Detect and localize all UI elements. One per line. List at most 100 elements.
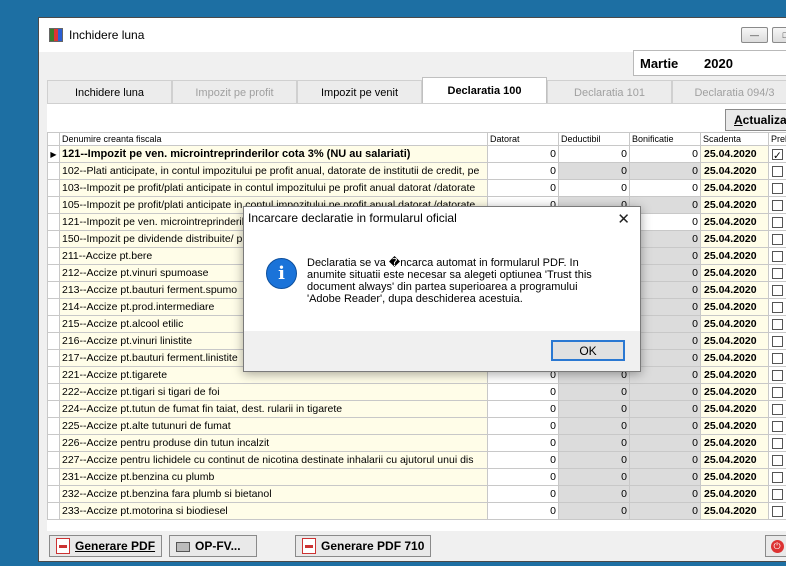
cell-bonificatie[interactable]: 0 xyxy=(629,502,701,520)
header-datorat[interactable]: Datorat xyxy=(487,132,559,146)
update-button[interactable]: Actualizare xyxy=(725,109,786,131)
table-row[interactable]: 224--Accize pt.tutun de fumat fin taiat,… xyxy=(47,400,786,418)
cell-scadenta[interactable]: 25.04.2020 xyxy=(700,230,769,248)
cell-datorat[interactable]: 0 xyxy=(487,451,559,469)
row-selector[interactable]: ▶ xyxy=(47,145,60,163)
header-bonificatie[interactable]: Bonificatie xyxy=(629,132,701,146)
cell-scadenta[interactable]: 25.04.2020 xyxy=(700,264,769,282)
row-selector[interactable] xyxy=(47,502,60,520)
cell-scadenta[interactable]: 25.04.2020 xyxy=(700,468,769,486)
table-row[interactable]: 233--Accize pt.motorina si biodiesel 0 0 0 2… xyxy=(47,502,786,520)
cell-denumire[interactable]: 102--Plati anticipate, in contul impozit… xyxy=(59,162,488,180)
cell-deductibil[interactable]: 0 xyxy=(558,383,630,401)
cell-denumire[interactable]: 121--Impozit pe ven. microintreprinderil… xyxy=(59,145,488,163)
tab-declaratia-094[interactable]: Declaratia 094/3 xyxy=(672,80,786,104)
cell-scadenta[interactable]: 25.04.2020 xyxy=(700,247,769,265)
table-row[interactable]: 227--Accize pentru lichidele cu continut… xyxy=(47,451,786,469)
cell-scadenta[interactable]: 25.04.2020 xyxy=(700,485,769,503)
preluare-checkbox[interactable] xyxy=(772,318,783,330)
cell-preluare[interactable] xyxy=(768,196,786,214)
row-selector[interactable] xyxy=(47,179,60,197)
cell-scadenta[interactable]: 25.04.2020 xyxy=(700,332,769,350)
cell-denumire[interactable]: 222--Accize pt.tigari si tigari de foi xyxy=(59,383,488,401)
table-row[interactable]: 102--Plati anticipate, in contul impozit… xyxy=(47,162,786,180)
cell-denumire[interactable]: 103--Impozit pe profit/plati anticipate … xyxy=(59,179,488,197)
cell-scadenta[interactable]: 25.04.2020 xyxy=(700,179,769,197)
cell-preluare[interactable] xyxy=(768,332,786,350)
cell-preluare[interactable] xyxy=(768,485,786,503)
row-selector[interactable] xyxy=(47,366,60,384)
preluare-checkbox[interactable] xyxy=(772,165,783,177)
cell-deductibil[interactable]: 0 xyxy=(558,451,630,469)
cell-datorat[interactable]: 0 xyxy=(487,400,559,418)
preluare-checkbox[interactable] xyxy=(772,301,783,313)
row-selector[interactable] xyxy=(47,383,60,401)
table-row[interactable]: 232--Accize pt.benzina fara plumb si bie… xyxy=(47,485,786,503)
preluare-checkbox[interactable] xyxy=(772,352,783,364)
cell-denumire[interactable]: 226--Accize pentru produse din tutun inc… xyxy=(59,434,488,452)
cell-datorat[interactable]: 0 xyxy=(487,162,559,180)
cell-scadenta[interactable]: 25.04.2020 xyxy=(700,383,769,401)
header-scadenta[interactable]: Scadenta xyxy=(700,132,769,146)
cell-scadenta[interactable]: 25.04.2020 xyxy=(700,162,769,180)
header-deductibil[interactable]: Deductibil xyxy=(558,132,630,146)
header-denumire[interactable]: Denumire creanta fiscala xyxy=(59,132,488,146)
close-icon[interactable]: ✕ xyxy=(617,210,630,228)
cell-preluare[interactable]: ✓ xyxy=(768,145,786,163)
preluare-checkbox[interactable] xyxy=(772,267,783,279)
generate-pdf-710-button[interactable]: Generare PDF 710 xyxy=(295,535,432,557)
row-selector[interactable] xyxy=(47,400,60,418)
row-selector[interactable] xyxy=(47,196,60,214)
cell-scadenta[interactable]: 25.04.2020 xyxy=(700,213,769,231)
cell-deductibil[interactable]: 0 xyxy=(558,417,630,435)
cell-deductibil[interactable]: 0 xyxy=(558,434,630,452)
cell-deductibil[interactable]: 0 xyxy=(558,502,630,520)
cell-preluare[interactable] xyxy=(768,349,786,367)
table-row[interactable]: 226--Accize pentru produse din tutun inc… xyxy=(47,434,786,452)
tab-impozit-venit[interactable]: Impozit pe venit xyxy=(297,80,422,104)
row-selector[interactable] xyxy=(47,349,60,367)
cell-datorat[interactable]: 0 xyxy=(487,502,559,520)
preluare-checkbox[interactable] xyxy=(772,471,783,483)
cell-deductibil[interactable]: 0 xyxy=(558,162,630,180)
cell-scadenta[interactable]: 25.04.2020 xyxy=(700,502,769,520)
cell-denumire[interactable]: 227--Accize pentru lichidele cu continut… xyxy=(59,451,488,469)
cell-bonificatie[interactable]: 0 xyxy=(629,417,701,435)
preluare-checkbox[interactable] xyxy=(772,199,783,211)
cell-preluare[interactable] xyxy=(768,298,786,316)
row-selector[interactable] xyxy=(47,298,60,316)
cell-datorat[interactable]: 0 xyxy=(487,145,559,163)
minimize-button[interactable]: — xyxy=(741,27,768,43)
cell-preluare[interactable] xyxy=(768,383,786,401)
header-preluare[interactable]: Prelu xyxy=(768,132,786,146)
cell-scadenta[interactable]: 25.04.2020 xyxy=(700,417,769,435)
preluare-checkbox[interactable] xyxy=(772,505,783,517)
cell-preluare[interactable] xyxy=(768,264,786,282)
cell-denumire[interactable]: 233--Accize pt.motorina si biodiesel xyxy=(59,502,488,520)
table-row[interactable]: 222--Accize pt.tigari si tigari de foi 0 0… xyxy=(47,383,786,401)
row-selector[interactable] xyxy=(47,315,60,333)
tab-declaratia-101[interactable]: Declaratia 101 xyxy=(547,80,672,104)
row-selector[interactable] xyxy=(47,230,60,248)
preluare-checkbox[interactable] xyxy=(772,369,783,381)
row-selector[interactable] xyxy=(47,264,60,282)
cell-scadenta[interactable]: 25.04.2020 xyxy=(700,451,769,469)
cell-scadenta[interactable]: 25.04.2020 xyxy=(700,281,769,299)
preluare-checkbox[interactable] xyxy=(772,233,783,245)
preluare-checkbox[interactable] xyxy=(772,284,783,296)
cell-denumire[interactable]: 225--Accize pt.alte tutunuri de fumat xyxy=(59,417,488,435)
cell-bonificatie[interactable]: 0 xyxy=(629,485,701,503)
cell-datorat[interactable]: 0 xyxy=(487,383,559,401)
cell-deductibil[interactable]: 0 xyxy=(558,145,630,163)
cell-scadenta[interactable]: 25.04.2020 xyxy=(700,145,769,163)
cell-datorat[interactable]: 0 xyxy=(487,434,559,452)
tab-declaratia-100[interactable]: Declaratia 100 xyxy=(422,77,547,103)
tab-impozit-profit[interactable]: Impozit pe profit xyxy=(172,80,297,104)
row-selector[interactable] xyxy=(47,434,60,452)
cell-preluare[interactable] xyxy=(768,179,786,197)
cell-deductibil[interactable]: 0 xyxy=(558,400,630,418)
preluare-checkbox[interactable] xyxy=(772,420,783,432)
cell-datorat[interactable]: 0 xyxy=(487,417,559,435)
op-fv-button[interactable]: OP-FV... xyxy=(169,535,257,557)
cell-deductibil[interactable]: 0 xyxy=(558,485,630,503)
